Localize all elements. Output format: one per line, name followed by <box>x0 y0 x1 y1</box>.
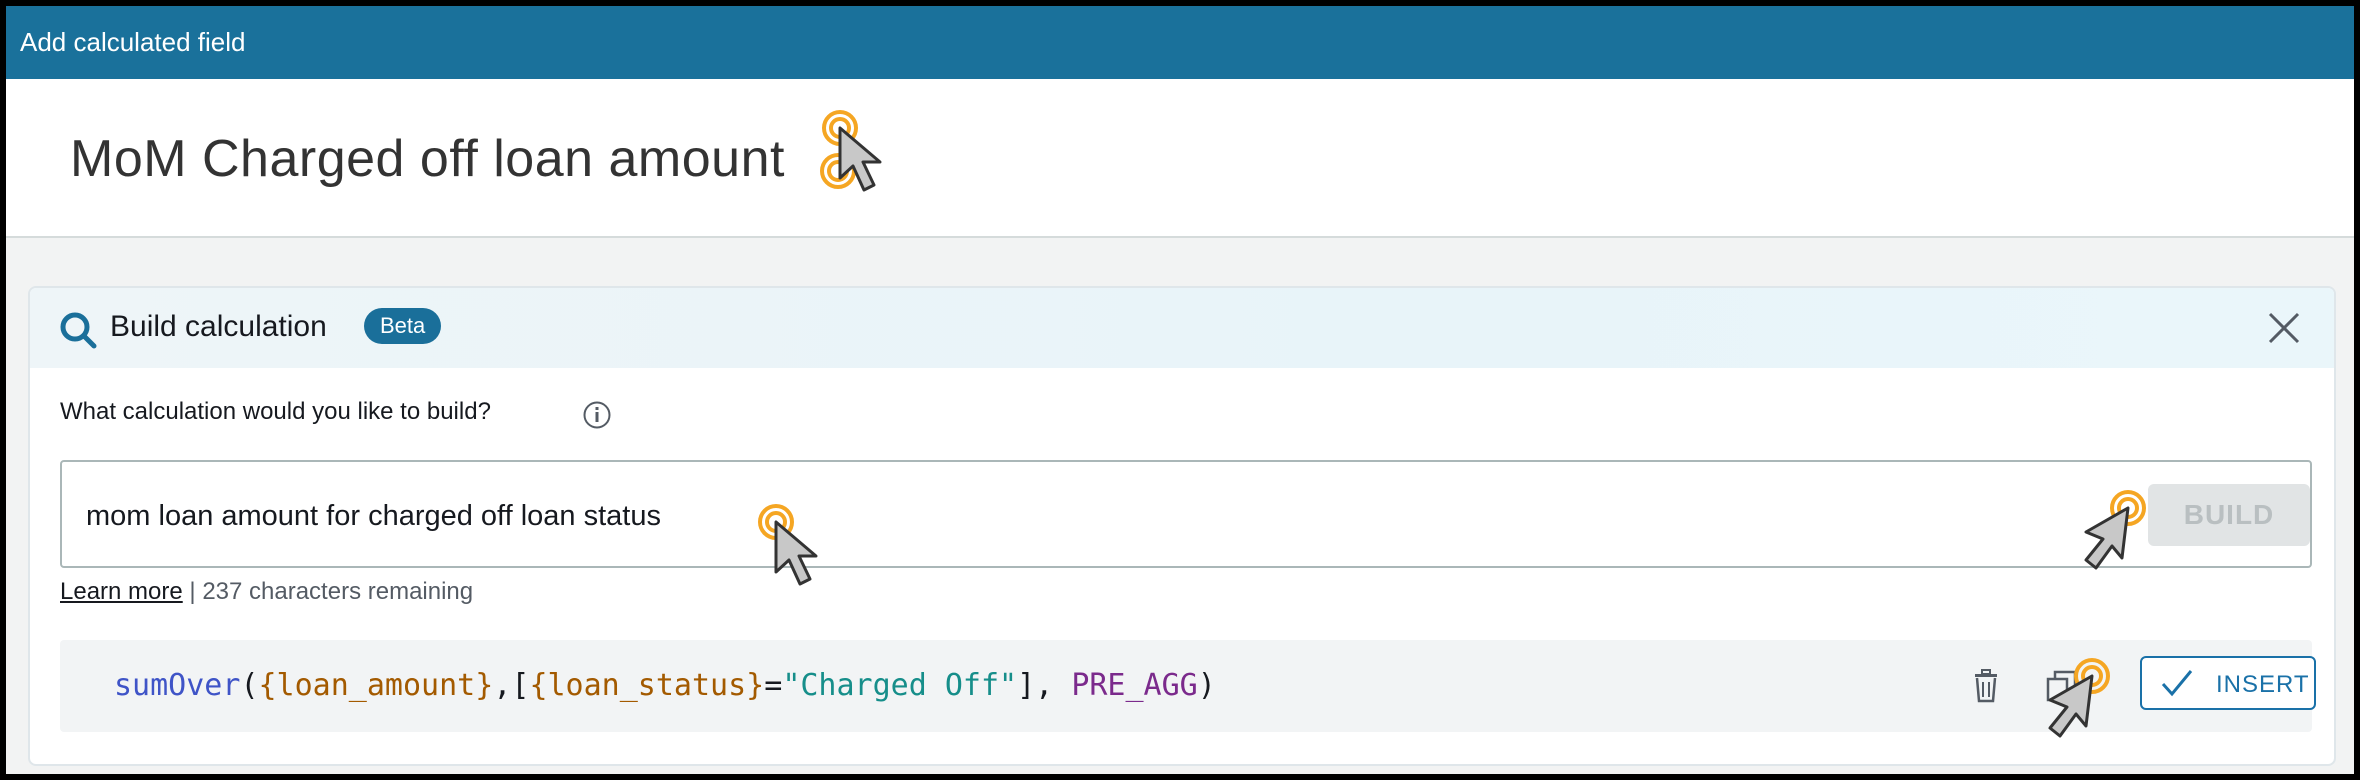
copy-icon[interactable] <box>2042 666 2082 706</box>
formula-code: sumOver({loan_amount},[{loan_status}="Ch… <box>114 668 1216 703</box>
formula-equals: = <box>764 668 783 703</box>
trash-icon[interactable] <box>1966 666 2006 706</box>
helper-text: Learn more | 237 characters remaining <box>60 578 473 606</box>
close-icon[interactable] <box>2264 308 2304 348</box>
check-icon <box>2161 670 2193 697</box>
field-name-title[interactable]: MoM Charged off loan amount <box>70 129 785 189</box>
formula-field-loan-amount: {loan_amount} <box>258 668 494 703</box>
edit-icon[interactable] <box>818 137 874 193</box>
formula-field-loan-status: {loan_status} <box>529 668 765 703</box>
search-icon <box>60 312 97 349</box>
dialog-title: Add calculated field <box>20 27 246 57</box>
formula-string-value: "Charged Off" <box>782 668 1018 703</box>
formula-function: sumOver <box>114 668 241 703</box>
formula-paren-open: ( <box>240 668 259 703</box>
formula-keyword: PRE_AGG <box>1071 668 1198 703</box>
info-icon[interactable] <box>582 400 612 430</box>
insert-label: INSERT <box>2216 671 2310 698</box>
chars-remaining: 237 characters remaining <box>202 578 474 605</box>
panel-title: Build calculation <box>110 310 327 343</box>
learn-more-link[interactable]: Learn more <box>60 578 183 605</box>
calculation-prompt-input[interactable] <box>86 500 1986 533</box>
build-calculation-panel: Build calculation Beta What calculation … <box>28 286 2336 766</box>
dialog-titlebar: Add calculated field <box>6 6 2354 79</box>
calculation-prompt-box: BUILD <box>60 460 2312 568</box>
formula-bracket-open: ,[ <box>493 668 530 703</box>
beta-badge: Beta <box>364 308 442 344</box>
panel-header: Build calculation Beta <box>30 288 2334 368</box>
generated-formula-row: sumOver({loan_amount},[{loan_status}="Ch… <box>60 640 2316 732</box>
formula-bracket-close: ], <box>1017 668 1072 703</box>
calculation-question-label: What calculation would you like to build… <box>60 398 491 425</box>
formula-paren-close: ) <box>1197 668 1216 703</box>
insert-button[interactable]: INSERT <box>2140 656 2316 710</box>
helper-separator: | <box>182 578 203 605</box>
field-name-bar: MoM Charged off loan amount <box>6 79 2354 238</box>
build-button[interactable]: BUILD <box>2148 484 2310 546</box>
add-calculated-field-dialog: Add calculated field MoM Charged off loa… <box>6 6 2354 774</box>
